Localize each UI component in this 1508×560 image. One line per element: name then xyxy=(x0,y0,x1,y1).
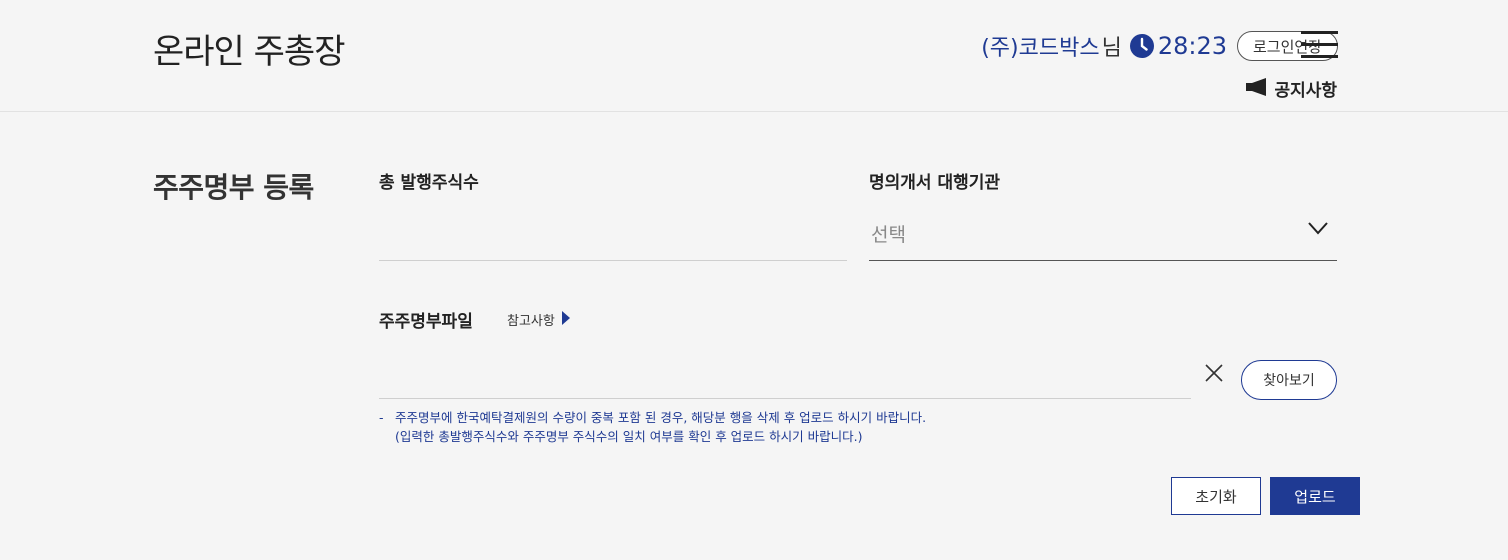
reference-notes-link[interactable]: 참고사항 xyxy=(507,310,570,329)
session-timer: 28:23 xyxy=(1157,32,1227,60)
notice-label: 공지사항 xyxy=(1274,81,1337,101)
close-icon[interactable] xyxy=(1204,363,1224,387)
triangle-right-icon xyxy=(561,310,570,329)
transfer-agent-selected-value: 선택 xyxy=(871,223,906,246)
note-line-2: (입력한 총발행주식수와 주주명부 주식수의 일치 여부를 확인 후 업로드 하… xyxy=(395,429,863,444)
user-session-area: (주)코드박스 님 28:23 로그인연장 xyxy=(981,30,1338,62)
transfer-agent-label: 명의개서 대행기관 xyxy=(869,173,1001,193)
transfer-agent-select[interactable]: 선택 xyxy=(869,206,1337,261)
note-dash: - xyxy=(379,410,384,425)
upload-notes: - 주주명부에 한국예탁결제원의 수량이 중복 포함 된 경우, 해당분 행을 삭… xyxy=(379,408,926,446)
header: 온라인 주총장 (주)코드박스 님 28:23 로그인연장 공지사항 xyxy=(0,0,1508,112)
reset-button[interactable]: 초기화 xyxy=(1171,477,1261,515)
chevron-down-icon xyxy=(1307,220,1329,239)
company-name: (주)코드박스 xyxy=(981,36,1100,61)
total-shares-input[interactable] xyxy=(379,206,847,261)
note-line-1: - 주주명부에 한국예탁결제원의 수량이 중복 포함 된 경우, 해당분 행을 삭… xyxy=(379,408,926,427)
megaphone-icon xyxy=(1246,77,1268,100)
browse-button[interactable]: 찾아보기 xyxy=(1241,360,1337,400)
honorific: 님 xyxy=(1101,36,1122,61)
register-file-input[interactable] xyxy=(379,355,1191,399)
total-shares-label: 총 발행주식수 xyxy=(379,173,479,193)
notice-link[interactable]: 공지사항 xyxy=(1246,76,1337,101)
section-title: 주주명부 등록 xyxy=(153,171,314,204)
hamburger-menu-icon[interactable] xyxy=(1301,31,1338,59)
reference-notes-label: 참고사항 xyxy=(507,314,555,329)
note-text-1: 주주명부에 한국예탁결제원의 수량이 중복 포함 된 경우, 해당분 행을 삭제… xyxy=(395,410,927,425)
site-title: 온라인 주총장 xyxy=(153,32,345,72)
clock-icon xyxy=(1129,34,1154,58)
upload-button[interactable]: 업로드 xyxy=(1270,477,1360,515)
register-file-label: 주주명부파일 xyxy=(379,312,473,332)
